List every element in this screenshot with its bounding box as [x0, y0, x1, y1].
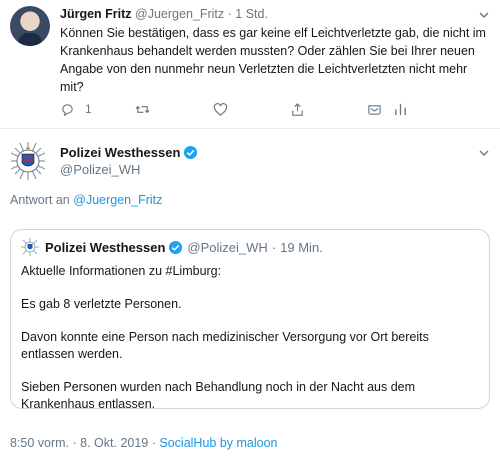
- tweet-actions: 1: [60, 100, 440, 118]
- author-name-label: Polizei Westhessen: [60, 145, 181, 160]
- quote-paragraph: Es gab 8 verletzte Personen.: [21, 297, 182, 311]
- timestamp-text[interactable]: 8:50 vorm. · 8. Okt. 2019 ·: [10, 436, 156, 450]
- source-link[interactable]: SocialHub by maloon: [159, 436, 277, 450]
- separator: ·: [227, 7, 232, 21]
- retweet-button[interactable]: [135, 100, 150, 118]
- quote-paragraph: Davon konnte eine Person nach medizinisc…: [21, 330, 429, 361]
- verified-badge-icon: [169, 240, 183, 254]
- avatar: [21, 238, 39, 256]
- author-name[interactable]: Jürgen Fritz: [60, 7, 132, 21]
- separator: ·: [271, 239, 277, 255]
- reply-to-line: Antwort an @Juergen_Fritz: [10, 193, 162, 207]
- share-button[interactable]: [290, 100, 305, 118]
- author-name: Polizei Westhessen: [45, 239, 166, 255]
- analytics-button[interactable]: [393, 100, 408, 118]
- tweet-text: Können Sie bestätigen, dass es gar keine…: [60, 26, 486, 94]
- verified-badge-icon: [184, 145, 198, 160]
- direct-message-icon: [368, 104, 381, 115]
- author-name[interactable]: Polizei Westhessen: [60, 145, 198, 160]
- retweet-icon: [135, 105, 150, 113]
- reply-tweet[interactable]: Jürgen Fritz @Juergen_Fritz · 1 Std. Kön…: [0, 0, 500, 128]
- author-handle[interactable]: @Polizei_WH: [60, 162, 140, 177]
- reply-button[interactable]: 1: [60, 100, 92, 118]
- avatar[interactable]: [10, 141, 46, 181]
- quote-paragraph: Aktuelle Informationen zu #Limburg:: [21, 264, 222, 278]
- reply-icon: [62, 103, 73, 116]
- reply-to-prefix: Antwort an: [10, 193, 70, 207]
- author-handle: @Polizei_WH: [187, 239, 268, 255]
- tweet-time: 19 Min.: [280, 239, 323, 255]
- reply-tweet-header: Jürgen Fritz @Juergen_Fritz · 1 Std.: [60, 7, 268, 21]
- share-icon: [292, 102, 303, 116]
- analytics-icon: [395, 103, 406, 115]
- like-button[interactable]: [213, 100, 228, 118]
- quoted-tweet-header: Polizei Westhessen @Polizei_WH · 19 Min.: [21, 238, 323, 256]
- tweet-time[interactable]: 1 Std.: [235, 7, 268, 21]
- reply-to-handle-link[interactable]: @Juergen_Fritz: [73, 193, 162, 207]
- direct-message-button[interactable]: [367, 100, 382, 118]
- chevron-down-icon[interactable]: [478, 147, 490, 159]
- heart-icon: [213, 102, 228, 116]
- quoted-tweet[interactable]: Polizei Westhessen @Polizei_WH · 19 Min.…: [10, 229, 490, 411]
- divider: [0, 128, 500, 129]
- quoted-tweet-text: Aktuelle Informationen zu #Limburg: Es g…: [21, 263, 481, 429]
- reply-count: 1: [85, 102, 92, 116]
- tweet-timestamp: 8:50 vorm. · 8. Okt. 2019 · SocialHub by…: [10, 436, 278, 450]
- avatar[interactable]: [10, 6, 50, 46]
- quote-paragraph: Sieben Personen wurden nach Behandlung n…: [21, 380, 416, 411]
- author-handle[interactable]: @Juergen_Fritz: [135, 7, 224, 21]
- chevron-down-icon[interactable]: [478, 9, 490, 21]
